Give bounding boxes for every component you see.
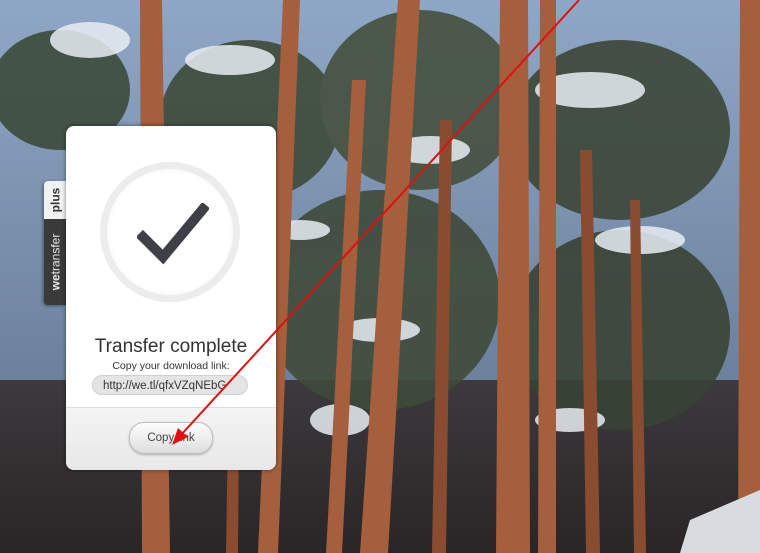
download-link-field[interactable]: http://we.tl/qfxVZqNEbG <box>92 375 248 395</box>
transfer-complete-title: Transfer complete <box>94 336 248 357</box>
logo-bold-part: we <box>48 274 63 291</box>
panel-footer: Copy link <box>66 407 276 470</box>
success-circle <box>100 162 240 302</box>
copy-link-button[interactable]: Copy link <box>129 422 213 454</box>
transfer-panel: Transfer complete Copy your download lin… <box>66 126 276 470</box>
logo-rest-part: transfer <box>48 233 63 275</box>
plus-tab[interactable]: plus <box>44 181 66 219</box>
checkmark-icon <box>137 203 209 265</box>
wetransfer-logo[interactable]: wetransfer <box>44 219 66 305</box>
download-link-instruction: Copy your download link: <box>112 360 230 372</box>
plus-tab-label: plus <box>48 187 63 213</box>
wetransfer-side-tab[interactable]: plus wetransfer <box>44 181 66 305</box>
